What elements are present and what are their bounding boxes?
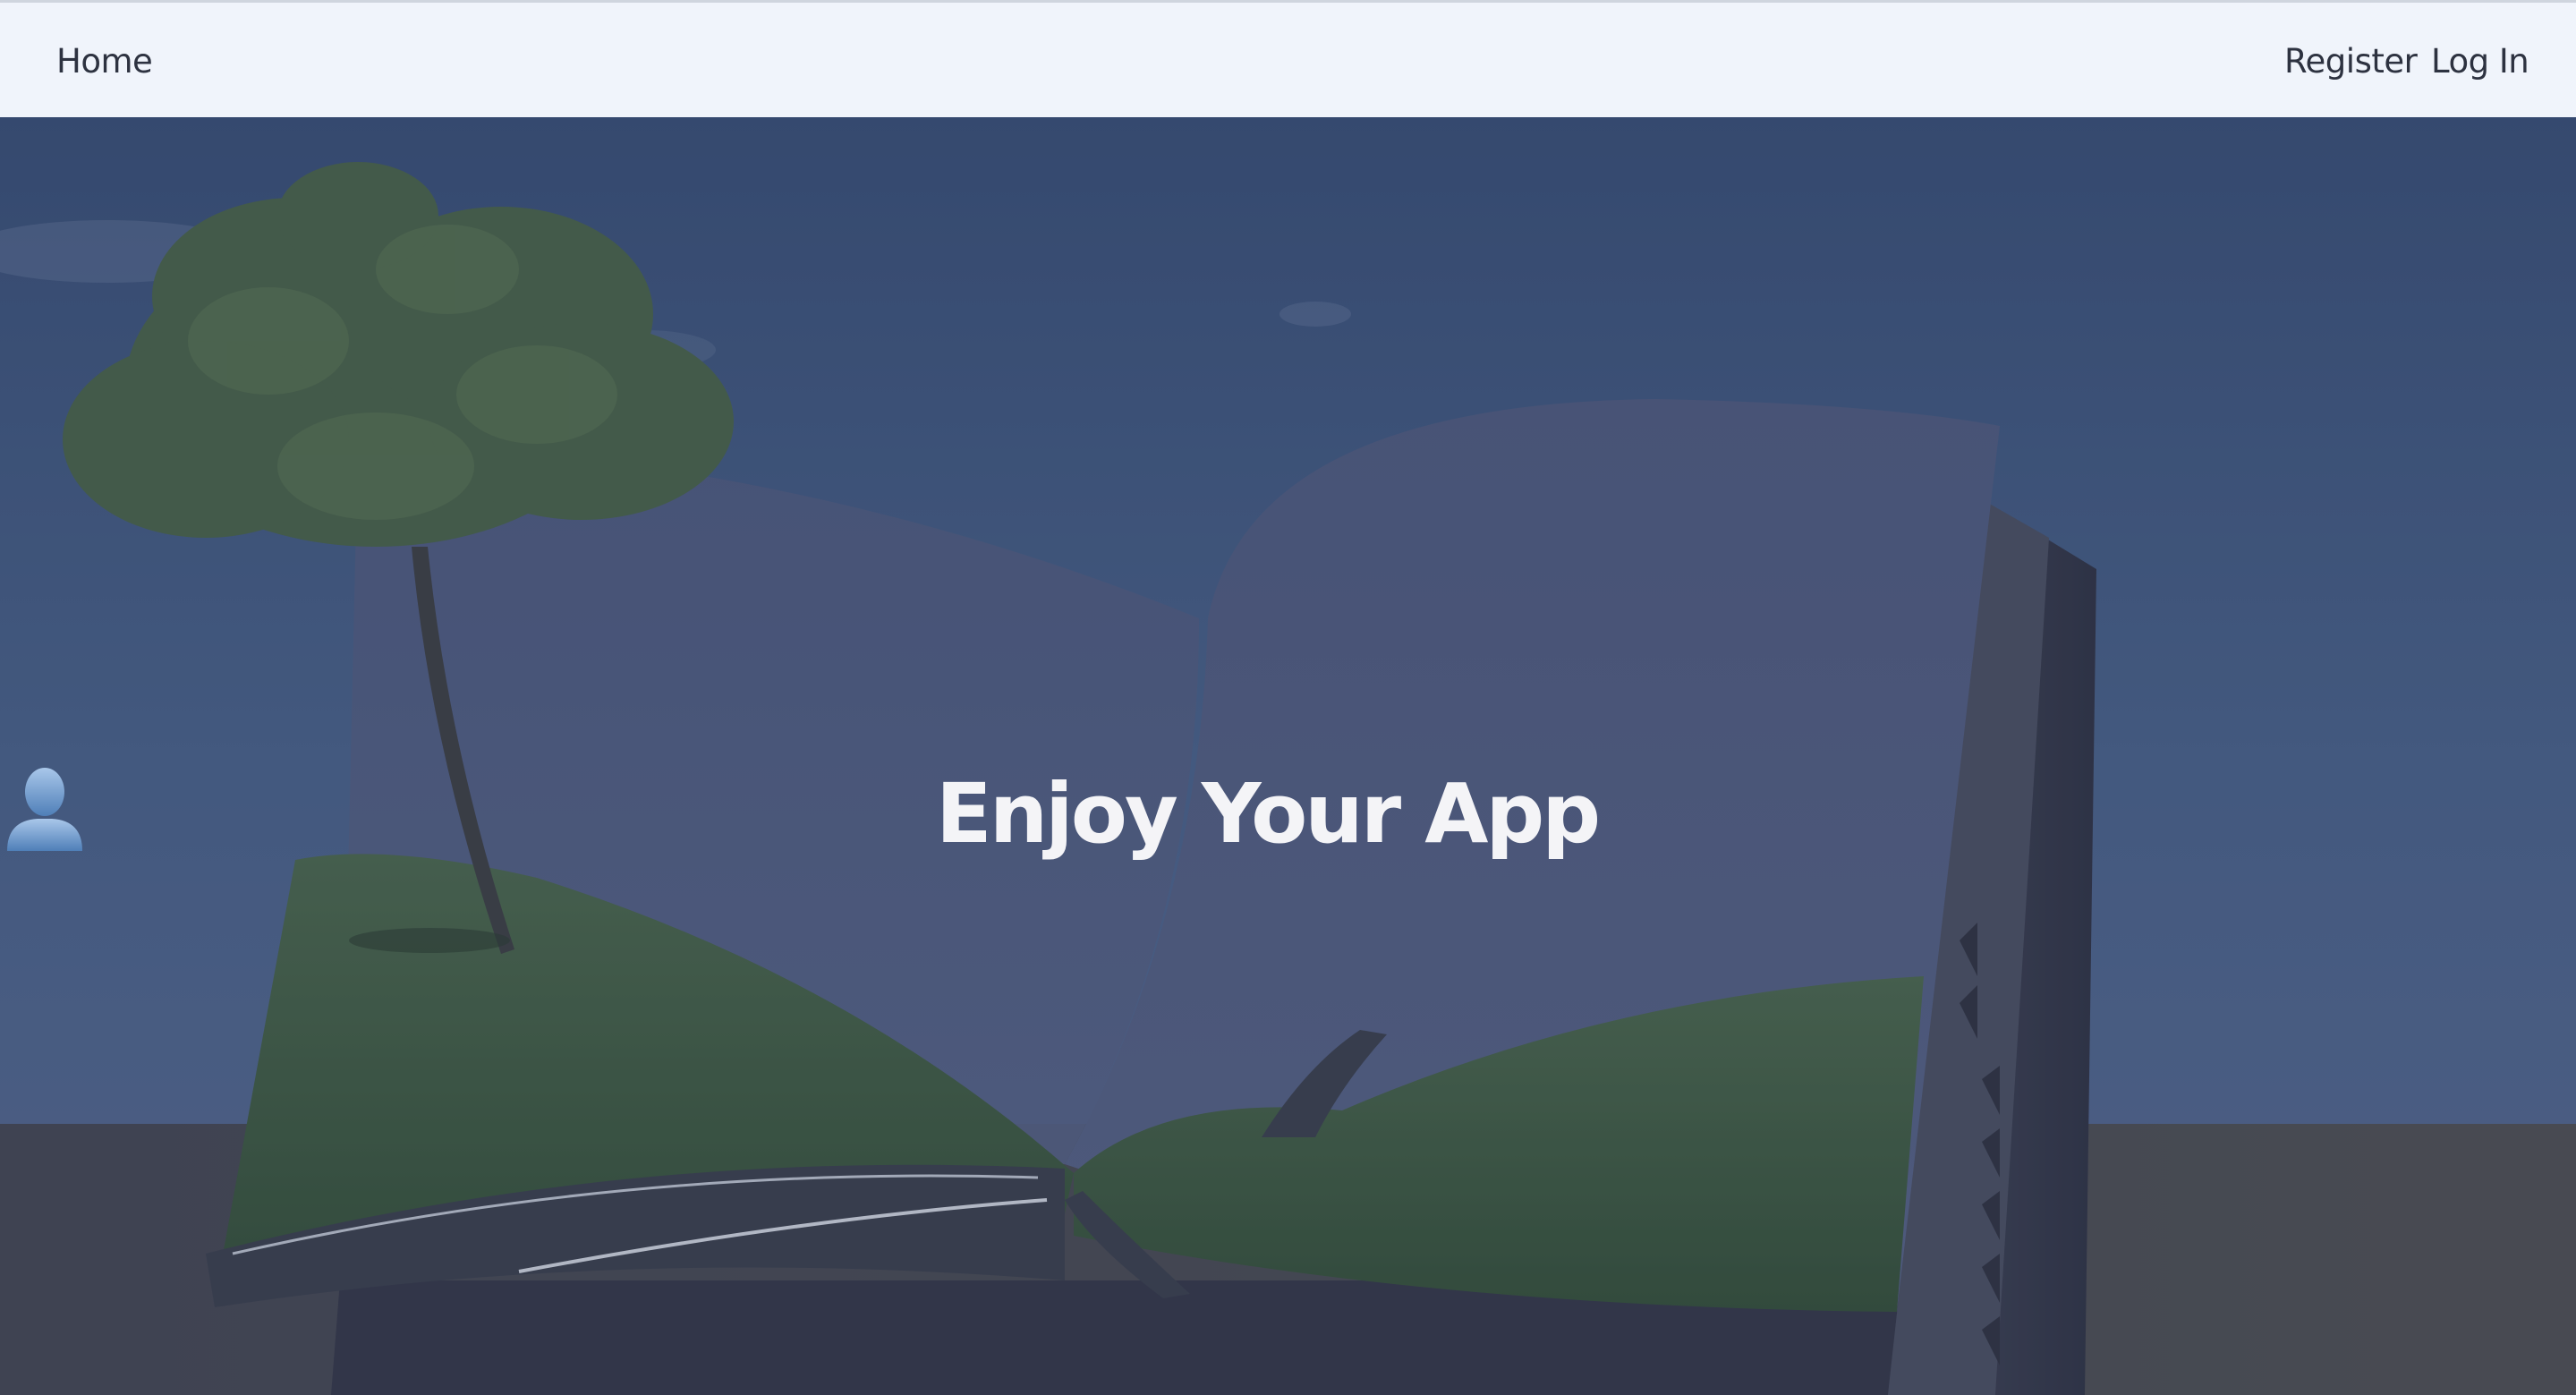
top-navbar: Home Register Log In <box>0 0 2576 117</box>
home-link[interactable]: Home <box>56 42 153 81</box>
hero-title: Enjoy Your App <box>0 765 2576 863</box>
hero-background-image <box>0 117 2576 1395</box>
hero-title-text: Enjoy Your App <box>935 765 1601 862</box>
hero-section: Enjoy Your App <box>0 117 2576 1395</box>
login-link[interactable]: Log In <box>2431 42 2529 81</box>
register-link[interactable]: Register <box>2284 42 2418 81</box>
